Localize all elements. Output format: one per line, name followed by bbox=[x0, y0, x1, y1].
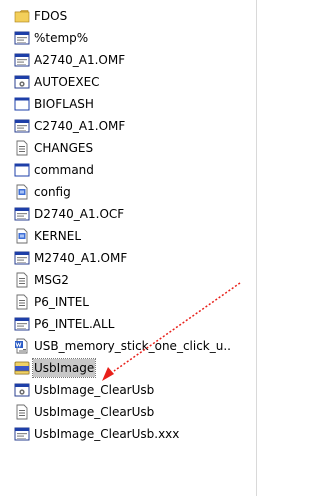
file-item-usbimage-clearusb-settings[interactable]: UsbImage_ClearUsb bbox=[14, 379, 235, 401]
file-name: command bbox=[34, 163, 94, 177]
folder-icon bbox=[14, 8, 30, 24]
file-name: UsbImage_ClearUsb bbox=[34, 383, 155, 397]
text-document-icon bbox=[14, 272, 30, 288]
file-item-temp[interactable]: %temp% bbox=[14, 27, 235, 49]
window-app-icon bbox=[14, 206, 30, 222]
file-name: UsbImage bbox=[31, 358, 97, 378]
file-name: CHANGES bbox=[34, 141, 94, 155]
file-name: A2740_A1.OMF bbox=[34, 53, 126, 67]
text-document-icon bbox=[14, 294, 30, 310]
file-name: KERNEL bbox=[34, 229, 82, 243]
file-name: AUTOEXEC bbox=[34, 75, 100, 89]
dos-program-icon bbox=[14, 96, 30, 112]
file-name: %temp% bbox=[34, 31, 89, 45]
file-item-usbimage[interactable]: UsbImage bbox=[14, 357, 235, 379]
file-name: UsbImage_ClearUsb bbox=[34, 405, 155, 419]
file-name: UsbImage_ClearUsb.xxx bbox=[34, 427, 180, 441]
file-item-usbimage-clearusb-text[interactable]: UsbImage_ClearUsb bbox=[14, 401, 235, 423]
window-app-icon bbox=[14, 316, 30, 332]
window-app-icon bbox=[14, 30, 30, 46]
file-name: BIOFLASH bbox=[34, 97, 94, 111]
system-file-icon bbox=[14, 184, 30, 200]
file-name: USB_memory_stick_one_click_u.. bbox=[34, 339, 231, 353]
file-item-autoexec[interactable]: AUTOEXEC bbox=[14, 71, 235, 93]
file-item-m2740-a1-omf[interactable]: M2740_A1.OMF bbox=[14, 247, 235, 269]
file-item-usb-memory-stick-doc[interactable]: USB_memory_stick_one_click_u.. bbox=[14, 335, 235, 357]
file-item-p6-intel[interactable]: P6_INTEL bbox=[14, 291, 235, 313]
file-item-config[interactable]: config bbox=[14, 181, 235, 203]
file-item-p6-intel-all[interactable]: P6_INTEL.ALL bbox=[14, 313, 235, 335]
file-item-changes[interactable]: CHANGES bbox=[14, 137, 235, 159]
file-name: C2740_A1.OMF bbox=[34, 119, 126, 133]
file-item-c2740-a1-omf[interactable]: C2740_A1.OMF bbox=[14, 115, 235, 137]
file-item-kernel[interactable]: KERNEL bbox=[14, 225, 235, 247]
word-document-icon bbox=[14, 338, 30, 354]
file-name: M2740_A1.OMF bbox=[34, 251, 128, 265]
dos-program-icon bbox=[14, 162, 30, 178]
text-document-icon bbox=[14, 404, 30, 420]
file-name: FDOS bbox=[34, 9, 68, 23]
system-file-icon bbox=[14, 228, 30, 244]
file-item-bioflash[interactable]: BIOFLASH bbox=[14, 93, 235, 115]
text-document-icon bbox=[14, 140, 30, 156]
window-app-icon bbox=[14, 250, 30, 266]
file-list: FDOS %temp% A2740_A1.OMF AUTOEXEC BIOFLA… bbox=[14, 5, 235, 445]
file-list-panel: FDOS %temp% A2740_A1.OMF AUTOEXEC BIOFLA… bbox=[0, 0, 257, 496]
file-name: P6_INTEL.ALL bbox=[34, 317, 115, 331]
file-item-a2740-a1-omf[interactable]: A2740_A1.OMF bbox=[14, 49, 235, 71]
settings-file-icon bbox=[14, 74, 30, 90]
file-item-msg2[interactable]: MSG2 bbox=[14, 269, 235, 291]
disk-image-icon bbox=[14, 360, 30, 376]
settings-file-icon bbox=[14, 382, 30, 398]
window-app-icon bbox=[14, 118, 30, 134]
file-name: MSG2 bbox=[34, 273, 69, 287]
file-item-usbimage-clearusb-xxx[interactable]: UsbImage_ClearUsb.xxx bbox=[14, 423, 235, 445]
file-item-fdos[interactable]: FDOS bbox=[14, 5, 235, 27]
file-name: D2740_A1.OCF bbox=[34, 207, 125, 221]
file-name: P6_INTEL bbox=[34, 295, 89, 309]
window-app-icon bbox=[14, 426, 30, 442]
window-app-icon bbox=[14, 52, 30, 68]
file-item-d2740-a1-ocf[interactable]: D2740_A1.OCF bbox=[14, 203, 235, 225]
file-name: config bbox=[34, 185, 71, 199]
file-item-command[interactable]: command bbox=[14, 159, 235, 181]
